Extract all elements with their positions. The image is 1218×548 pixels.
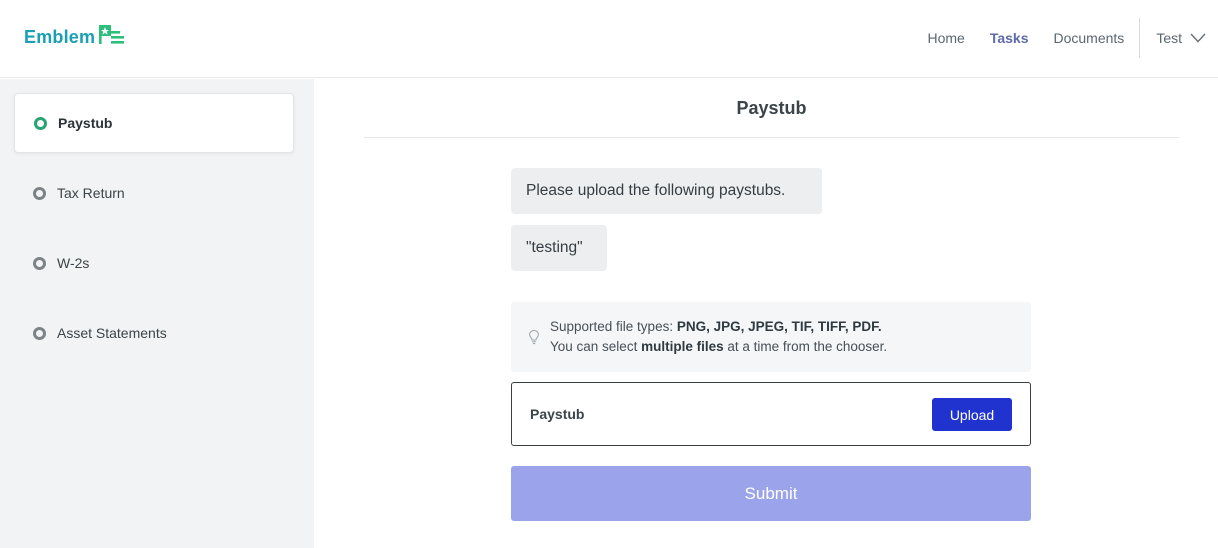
multiple-files-hint: You can select multiple files at a time …: [550, 339, 887, 354]
logo-text: Emblem: [24, 26, 96, 47]
nav-documents[interactable]: Documents: [1054, 30, 1125, 46]
emblem-logo[interactable]: Emblem: [24, 24, 126, 50]
title-divider: [364, 137, 1179, 138]
user-name: Test: [1156, 30, 1182, 46]
flag-logo-icon: [99, 25, 125, 44]
message-bubble: Please upload the following paystubs.: [511, 168, 822, 214]
lightbulb-icon: [529, 329, 539, 345]
submit-button[interactable]: Submit: [511, 466, 1031, 521]
status-dot-icon: [34, 116, 47, 130]
nav-tasks[interactable]: Tasks: [990, 30, 1029, 46]
sidebar-item-w2s[interactable]: W-2s: [14, 233, 294, 293]
upload-label: Paystub: [530, 406, 585, 422]
page-title: Paystub: [736, 98, 807, 118]
nav-divider: [1139, 18, 1141, 58]
supported-types-list: PNG, JPG, JPEG, TIF, TIFF, PDF.: [676, 319, 882, 334]
file-type-info-box: Supported file types: PNG, JPG, JPEG, TI…: [511, 302, 1031, 372]
sidebar-item-tax-return[interactable]: Tax Return: [14, 163, 294, 223]
chevron-down-icon: [1190, 33, 1206, 43]
hint-suffix: at a time from the chooser.: [723, 339, 888, 354]
status-dot-icon: [33, 326, 46, 340]
supported-types-prefix: Supported file types:: [550, 319, 677, 334]
sidebar-item-label: Asset Statements: [57, 325, 167, 341]
nav-home[interactable]: Home: [927, 30, 964, 46]
sidebar-item-asset-statements[interactable]: Asset Statements: [14, 303, 294, 363]
status-dot-icon: [33, 186, 46, 200]
upload-button[interactable]: Upload: [932, 398, 1012, 431]
user-menu[interactable]: Test: [1156, 30, 1206, 46]
supported-types-text: Supported file types: PNG, JPG, JPEG, TI…: [550, 319, 882, 334]
hint-strong: multiple files: [641, 339, 724, 354]
status-dot-icon: [33, 256, 46, 270]
hint-prefix: You can select: [550, 339, 642, 354]
sidebar-item-label: W-2s: [57, 255, 90, 271]
top-header: Emblem Home Tasks Documents Test: [0, 0, 1218, 78]
top-nav: Home Tasks Documents Test: [927, 18, 1218, 58]
message-bubble: "testing": [511, 225, 607, 271]
task-sidebar: Paystub Tax Return W-2s Asset Statements: [0, 79, 314, 548]
main-panel: Paystub Please upload the following pays…: [314, 79, 1218, 548]
sidebar-item-label: Tax Return: [57, 185, 125, 201]
sidebar-item-paystub[interactable]: Paystub: [14, 93, 294, 153]
upload-row: Paystub Upload: [511, 382, 1031, 446]
sidebar-item-label: Paystub: [58, 115, 113, 131]
